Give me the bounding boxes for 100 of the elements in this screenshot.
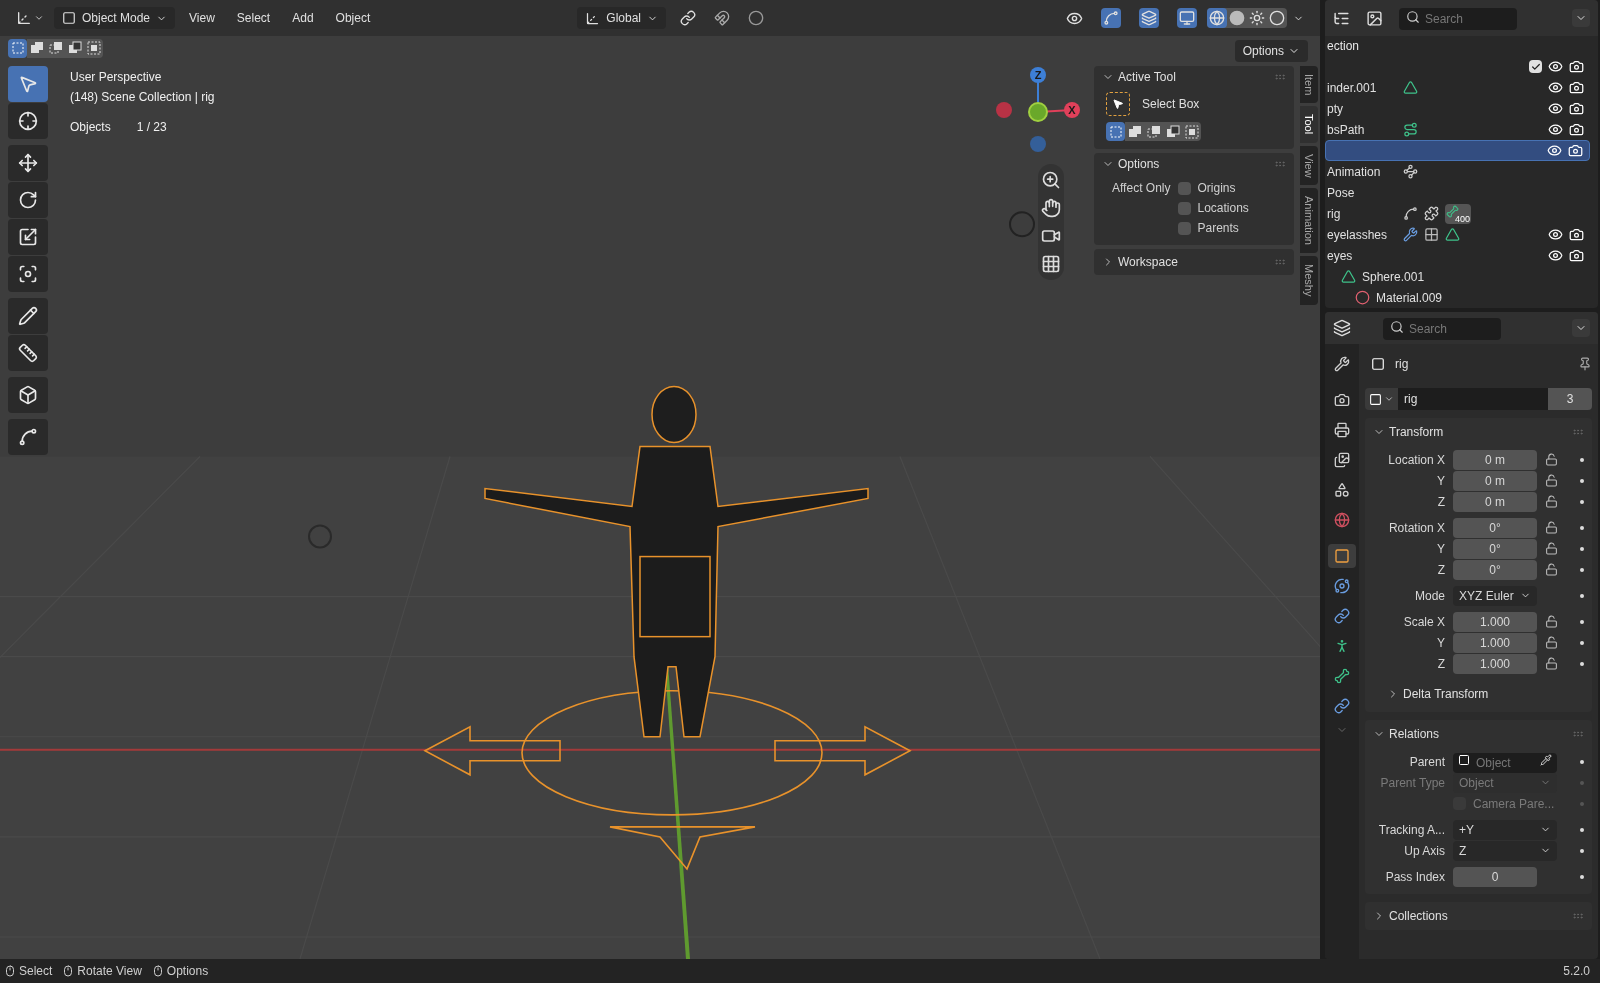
checkbox[interactable] (1178, 221, 1192, 235)
selection-mode-button[interactable] (1182, 122, 1201, 141)
panel-header[interactable]: Workspace (1118, 253, 1178, 271)
tool-button[interactable] (8, 182, 48, 218)
camera-icon[interactable] (1569, 227, 1584, 242)
dropdown[interactable]: XYZ Euler (1453, 585, 1537, 606)
overlay-icon[interactable] (1139, 8, 1159, 28)
unlock-icon[interactable] (1545, 636, 1558, 649)
outliner-row[interactable]: eyes (1325, 245, 1590, 266)
subpanel-header[interactable]: Delta Transform (1403, 685, 1489, 703)
outliner-row[interactable]: Animation (1325, 161, 1590, 182)
search-field[interactable]: Search (1399, 8, 1517, 30)
number-field[interactable]: 0 m (1453, 470, 1537, 491)
unlock-icon[interactable] (1545, 657, 1558, 670)
checkbox[interactable] (1178, 201, 1192, 215)
selection-mode-button[interactable] (1144, 122, 1163, 141)
outliner-row[interactable]: bsPath (1325, 119, 1590, 140)
number-field[interactable]: 0 m (1453, 449, 1537, 470)
panel-header[interactable]: Active Tool (1118, 68, 1176, 86)
object-field[interactable]: Object (1453, 752, 1557, 773)
number-field[interactable]: 0° (1453, 559, 1537, 580)
outliner-row[interactable]: eyelasshes (1325, 224, 1590, 245)
menu-item[interactable]: View (181, 9, 223, 27)
tool-button[interactable] (8, 256, 48, 292)
orientation-dropdown[interactable]: Global (577, 7, 666, 29)
number-field[interactable]: 0° (1453, 538, 1537, 559)
outliner-row[interactable]: pty (1325, 98, 1590, 119)
unlock-icon[interactable] (1545, 615, 1558, 628)
sidebar-tab[interactable]: Tool (1300, 106, 1318, 143)
eye-icon[interactable] (1548, 101, 1563, 116)
sidebar-tab[interactable]: View (1300, 145, 1318, 186)
zoom-icon[interactable] (1041, 170, 1061, 190)
sidebar-tab[interactable]: Meshy (1300, 256, 1318, 305)
outliner-row[interactable]: rig 400 (1325, 203, 1590, 224)
tool-button[interactable] (8, 103, 48, 139)
hand-icon[interactable] (1041, 198, 1061, 218)
unlock-icon[interactable] (1545, 521, 1558, 534)
camera-icon[interactable] (1568, 143, 1583, 158)
search-field[interactable]: Search (1383, 318, 1501, 340)
number-field[interactable]: 1.000 (1453, 653, 1537, 674)
eye-icon[interactable] (1547, 143, 1562, 158)
eye-icon[interactable] (1548, 59, 1563, 74)
link-icon[interactable] (680, 10, 696, 26)
eye-icon[interactable] (1548, 122, 1563, 137)
outliner-row[interactable]: Pose (1325, 182, 1590, 203)
number-field[interactable]: 0 (1453, 866, 1537, 887)
number-field[interactable]: 1.000 (1453, 632, 1537, 653)
dropdown[interactable]: +Y (1453, 819, 1557, 840)
sidebar-tab[interactable]: Animation (1300, 188, 1318, 254)
sidebar-tab[interactable]: Item (1300, 66, 1318, 104)
menu-item[interactable]: Select (228, 9, 279, 27)
eye-icon[interactable] (1548, 248, 1563, 263)
camera-icon[interactable] (1569, 80, 1584, 95)
selection-mode-button[interactable] (1106, 122, 1125, 141)
eye-icon[interactable] (1548, 227, 1563, 242)
user-count[interactable]: 3 (1548, 388, 1592, 410)
camera-icon[interactable] (1569, 122, 1584, 137)
eyedropper-icon[interactable] (1540, 753, 1552, 766)
grid-icon[interactable] (1041, 254, 1061, 274)
name-field[interactable]: rig (1398, 388, 1548, 410)
number-field[interactable]: 1.000 (1453, 611, 1537, 632)
panel-header[interactable]: Relations (1389, 725, 1440, 743)
camera-icon[interactable] (1569, 101, 1584, 116)
solid-icon[interactable] (1227, 8, 1247, 28)
panel-header[interactable]: Collections (1389, 907, 1448, 925)
eye-icon[interactable] (1548, 80, 1563, 95)
panel-header[interactable]: Options (1118, 155, 1160, 173)
unlock-icon[interactable] (1545, 474, 1558, 487)
selection-mode-button[interactable] (1163, 122, 1182, 141)
circle-icon[interactable] (748, 10, 764, 26)
wireframe-icon[interactable] (1207, 8, 1227, 28)
tool-button[interactable] (8, 377, 48, 413)
mode-dropdown[interactable]: Object Mode (54, 7, 176, 29)
tool-button[interactable] (8, 335, 48, 371)
tool-button[interactable] (8, 298, 48, 334)
outliner-row[interactable]: Material.009 (1325, 287, 1590, 308)
number-field[interactable]: 0° (1453, 517, 1537, 538)
dropdown[interactable]: Z (1453, 840, 1557, 861)
outliner-row[interactable]: inder.001 (1325, 77, 1590, 98)
unlock-icon[interactable] (1545, 563, 1558, 576)
checkbox[interactable] (1529, 60, 1542, 73)
pin-icon[interactable] (1578, 357, 1592, 371)
tool-button[interactable] (8, 145, 48, 181)
datablock-button[interactable] (1365, 388, 1398, 410)
caret-icon[interactable] (1572, 319, 1590, 337)
tool-button[interactable] (8, 219, 48, 255)
menu-item[interactable]: Object (327, 9, 379, 27)
outliner-row[interactable]: Sphere.001 (1325, 266, 1590, 287)
magnet-icon[interactable] (714, 10, 730, 26)
images-icon[interactable] (1366, 9, 1383, 27)
selection-mode-button[interactable] (1125, 122, 1144, 141)
camera-icon[interactable] (1569, 59, 1584, 74)
unlock-icon[interactable] (1545, 542, 1558, 555)
options-dropdown[interactable]: Options (1234, 40, 1308, 62)
panel-header[interactable]: Transform (1389, 423, 1444, 441)
unlock-icon[interactable] (1545, 495, 1558, 508)
menu-item[interactable]: Add (284, 9, 322, 27)
unlock-icon[interactable] (1545, 453, 1558, 466)
number-field[interactable]: 0 m (1453, 491, 1537, 512)
checkbox[interactable] (1178, 181, 1192, 195)
